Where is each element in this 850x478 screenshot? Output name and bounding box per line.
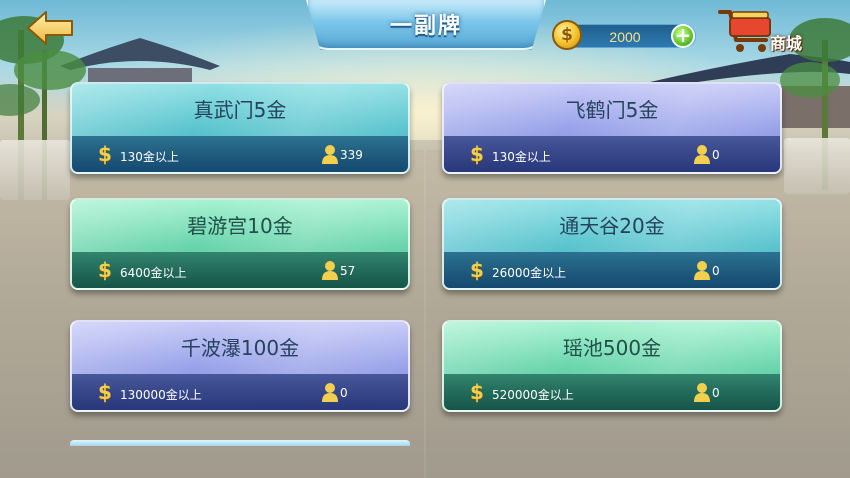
room-requirement: 130000金以上 <box>120 388 202 402</box>
room-name: 通天谷20金 <box>559 214 665 238</box>
room-card[interactable]: 飞鹤门5金 $ 130金以上 0 <box>442 82 782 174</box>
player-count: 0 <box>340 386 348 400</box>
player-count: 0 <box>712 148 720 162</box>
room-name: 碧游宫10金 <box>187 214 293 238</box>
room-info-bar: $ 6400金以上 57 <box>72 252 408 288</box>
room-name: 瑶池500金 <box>562 336 662 360</box>
player-count: 0 <box>712 386 720 400</box>
room-card[interactable]: 千波瀑100金 $ 130000金以上 0 <box>70 320 410 412</box>
room-requirement: 520000金以上 <box>492 388 574 402</box>
room-card[interactable]: 通天谷20金 $ 26000金以上 0 <box>442 198 782 290</box>
gold-dollar-icon: $ <box>470 258 484 282</box>
player-count: 339 <box>340 148 363 162</box>
room-card[interactable]: 瑶池500金 $ 520000金以上 0 <box>442 320 782 412</box>
player-count: 57 <box>340 264 356 278</box>
add-coins-button[interactable]: + <box>671 24 695 48</box>
coin-balance: 2000 <box>609 29 641 45</box>
room-name: 真武门5金 <box>193 98 287 122</box>
room-info-bar: $ 130金以上 339 <box>72 136 408 172</box>
room-requirement: 6400金以上 <box>120 266 187 280</box>
room-requirement: 130金以上 <box>492 150 551 164</box>
room-requirement: 130金以上 <box>120 150 179 164</box>
room-name: 千波瀑100金 <box>180 336 300 360</box>
gold-dollar-icon: $ <box>470 142 484 166</box>
room-info-bar: $ 26000金以上 0 <box>444 252 780 288</box>
room-requirement: 26000金以上 <box>492 266 567 280</box>
gold-dollar-icon: $ <box>470 380 484 404</box>
gold-dollar-icon: $ <box>98 380 112 404</box>
player-count-icon <box>694 145 710 164</box>
stone-railing-right <box>784 138 850 194</box>
room-card-partial[interactable] <box>70 440 410 446</box>
player-count: 0 <box>712 264 720 278</box>
room-name: 飞鹤门5金 <box>565 98 659 122</box>
gold-dollar-icon: $ <box>98 142 112 166</box>
room-info-bar: $ 130金以上 0 <box>444 136 780 172</box>
player-count-icon <box>694 261 710 280</box>
player-count-icon <box>322 145 338 164</box>
room-info-bar: $ 130000金以上 0 <box>72 374 408 410</box>
coin-icon: $ <box>552 20 582 50</box>
room-card[interactable]: 碧游宫10金 $ 6400金以上 57 <box>70 198 410 290</box>
room-card[interactable]: 真武门5金 $ 130金以上 339 <box>70 82 410 174</box>
player-count-icon <box>694 383 710 402</box>
room-info-bar: $ 520000金以上 0 <box>444 374 780 410</box>
player-count-icon <box>322 383 338 402</box>
player-count-icon <box>322 261 338 280</box>
gold-dollar-icon: $ <box>98 258 112 282</box>
stone-railing-left <box>0 140 70 200</box>
back-arrow-icon[interactable] <box>26 10 76 46</box>
ground-tile-line <box>424 150 426 478</box>
shop-label[interactable]: 商城 <box>770 30 802 54</box>
page-title: 一副牌 <box>389 14 462 39</box>
